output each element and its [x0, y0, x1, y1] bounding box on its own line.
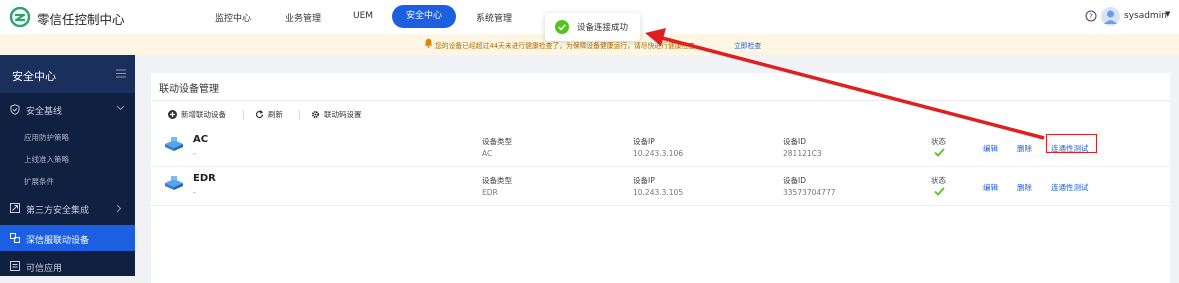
device-name: EDR — [193, 173, 216, 184]
device-type-label: 设备类型 — [482, 176, 512, 185]
delete-button[interactable]: 删除 — [1017, 143, 1032, 154]
sidebar: 安全中心 安全基线 应用防护策略 上线准入策略 扩展条件 第三方安全集成 深信服… — [0, 55, 135, 276]
device-subtitle: - — [193, 149, 196, 158]
nav-monitor[interactable]: 监控中心 — [215, 11, 251, 24]
svg-text:?: ? — [1089, 13, 1093, 21]
notice-text: 您的设备已经超过44天未进行健康检查了，为保障设备健康运行，请尽快进行健康检查 — [435, 42, 696, 50]
shield-icon — [10, 104, 20, 115]
sidebar-group-label: 可信应用 — [26, 264, 63, 274]
device-ip-value: 10.243.3.105 — [633, 188, 684, 197]
caret-down-icon[interactable]: ▼ — [1165, 10, 1170, 18]
chevron-up-icon — [116, 105, 125, 111]
success-check-icon — [555, 20, 569, 34]
logo-icon — [10, 7, 30, 27]
app-title: 零信任控制中心 — [37, 12, 125, 27]
divider — [151, 100, 1170, 101]
row-divider — [151, 166, 1170, 167]
page-title: 联动设备管理 — [159, 84, 219, 95]
device-id-label: 设备ID — [783, 137, 806, 146]
sidebar-item-access-policy[interactable]: 上线准入策略 — [24, 154, 69, 165]
sidebar-header: 安全中心 — [0, 55, 135, 93]
device-ip-label: 设备IP — [633, 137, 655, 146]
sidebar-group-third-party[interactable]: 第三方安全集成 — [0, 195, 135, 221]
refresh-button[interactable]: 刷新 — [255, 109, 283, 120]
notice-check-link[interactable]: 立即检查 — [734, 40, 761, 50]
status-label: 状态 — [931, 137, 946, 146]
nav-system[interactable]: 系统管理 — [476, 11, 512, 24]
check-icon — [934, 187, 945, 196]
main-panel: 联动设备管理 新增联动设备 刷新 联动码设置 AC - 设备类型 AC 设备IP… — [151, 73, 1170, 283]
row-divider — [151, 205, 1170, 206]
sidebar-item-label: 深信服联动设备 — [26, 236, 90, 246]
menu-collapse-icon[interactable] — [116, 69, 126, 78]
device-ip-label: 设备IP — [633, 176, 655, 185]
device-type-value: EDR — [482, 188, 498, 197]
table-row: AC - 设备类型 AC 设备IP 10.243.3.106 设备ID 2811… — [151, 129, 1170, 167]
link-code-settings-label: 联动码设置 — [324, 110, 362, 119]
sidebar-item-app-protection[interactable]: 应用防护策略 — [24, 132, 69, 143]
sidebar-group-label: 第三方安全集成 — [26, 206, 90, 216]
nav-security-active[interactable]: 安全中心 — [392, 5, 456, 28]
link-code-settings-button[interactable]: 联动码设置 — [311, 109, 362, 120]
refresh-icon — [255, 110, 264, 119]
device-subtitle: - — [193, 188, 196, 197]
sidebar-group-security-baseline[interactable]: 安全基线 — [0, 96, 135, 122]
connectivity-test-button[interactable]: 连通性测试 — [1051, 182, 1089, 193]
toast-message: 设备连接成功 — [577, 23, 629, 33]
sidebar-group-trusted-apps[interactable]: 可信应用 — [0, 253, 135, 279]
nav-uem[interactable]: UEM — [353, 11, 373, 21]
add-device-label: 新增联动设备 — [181, 110, 226, 119]
sidebar-item-extend-conditions[interactable]: 扩展条件 — [24, 176, 54, 187]
integration-icon — [10, 203, 20, 213]
success-toast: 设备连接成功 — [545, 13, 640, 41]
device-id-value: 33573704777 — [783, 188, 836, 197]
sidebar-group-label: 安全基线 — [26, 107, 63, 117]
link-device-icon — [10, 233, 20, 243]
annotation-highlight-box — [1046, 134, 1097, 153]
gear-icon — [312, 111, 319, 118]
avatar[interactable] — [1101, 7, 1120, 26]
user-name[interactable]: sysadmin — [1124, 11, 1167, 21]
toolbar-separator — [243, 110, 244, 120]
device-ip-value: 10.243.3.106 — [633, 149, 684, 158]
table-row: EDR - 设备类型 EDR 设备IP 10.243.3.105 设备ID 33… — [151, 168, 1170, 206]
sidebar-title: 安全中心 — [12, 70, 56, 83]
toolbar-separator — [299, 110, 300, 120]
delete-button[interactable]: 删除 — [1017, 182, 1032, 193]
device-id-label: 设备ID — [783, 176, 806, 185]
app-icon — [10, 261, 20, 271]
bell-icon — [424, 38, 433, 48]
add-device-button[interactable]: 新增联动设备 — [168, 109, 226, 120]
status-label: 状态 — [931, 176, 946, 185]
plus-circle-icon — [168, 110, 177, 119]
device-icon — [165, 137, 183, 151]
edit-button[interactable]: 编辑 — [983, 143, 998, 154]
check-icon — [934, 148, 945, 157]
chevron-right-icon — [116, 204, 122, 213]
help-icon[interactable]: ? — [1085, 10, 1097, 22]
device-id-value: 281121C3 — [783, 149, 822, 158]
nav-business[interactable]: 业务管理 — [285, 11, 321, 24]
device-type-label: 设备类型 — [482, 137, 512, 146]
device-type-value: AC — [482, 149, 493, 158]
sidebar-item-linked-devices[interactable]: 深信服联动设备 — [0, 225, 135, 251]
device-name: AC — [193, 134, 209, 145]
refresh-label: 刷新 — [268, 110, 283, 119]
edit-button[interactable]: 编辑 — [983, 182, 998, 193]
device-icon — [165, 176, 183, 190]
